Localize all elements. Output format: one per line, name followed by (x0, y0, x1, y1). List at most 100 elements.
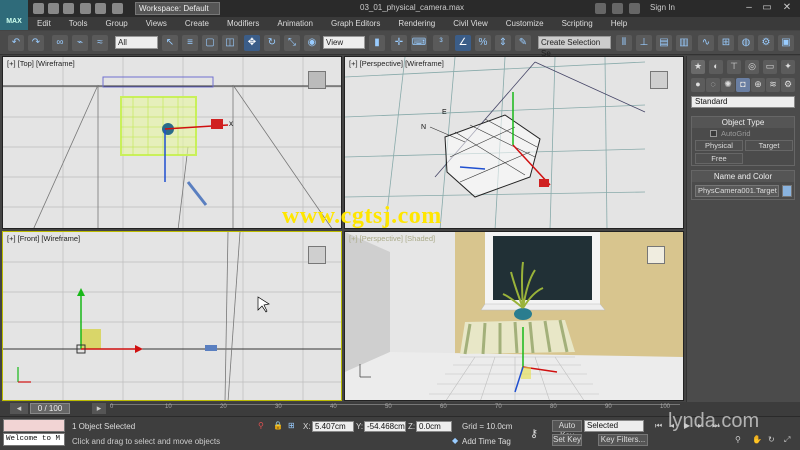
help-icon[interactable] (629, 3, 640, 14)
curve-editor-icon[interactable]: ∿ (698, 35, 714, 51)
maxscript-output[interactable]: Welcome to M (3, 433, 65, 446)
select-scale-icon[interactable]: ⤡ (284, 35, 300, 51)
redo-icon[interactable]: ↷ (28, 35, 44, 51)
rect-selection-icon[interactable]: ▢ (202, 35, 218, 51)
viewcube-perspective-icon[interactable] (650, 71, 668, 89)
schematic-view-icon[interactable]: ⊞ (718, 35, 734, 51)
menu-help[interactable]: Help (602, 19, 636, 28)
physical-button[interactable]: Physical (695, 140, 743, 151)
angle-snap-icon[interactable]: ∠ (455, 35, 471, 51)
place-icon[interactable]: ◉ (304, 35, 320, 51)
layer-explorer-icon[interactable]: ▤ (656, 35, 672, 51)
helpers-icon[interactable]: ⊕ (751, 78, 765, 92)
key-selection-dropdown[interactable]: Selected (584, 420, 644, 432)
window-crossing-icon[interactable]: ◫ (222, 35, 238, 51)
viewport-front[interactable]: [+] [Front] [Wireframe] (2, 231, 342, 401)
star-icon[interactable] (612, 3, 623, 14)
mirror-icon[interactable]: ⫴ (616, 35, 632, 51)
motion-tab-icon[interactable]: ◎ (745, 60, 759, 74)
geometry-icon[interactable]: ● (691, 78, 705, 92)
menu-graph-editors[interactable]: Graph Editors (322, 19, 389, 28)
close-icon[interactable]: ✕ (780, 2, 794, 14)
undo-icon[interactable]: ↶ (8, 35, 24, 51)
undo-quick-icon[interactable] (80, 3, 91, 14)
viewcube-top-icon[interactable] (308, 71, 326, 89)
menu-rendering[interactable]: Rendering (389, 19, 444, 28)
cameras-icon[interactable]: ◘ (736, 78, 750, 92)
menu-scripting[interactable]: Scripting (553, 19, 602, 28)
time-next-icon[interactable]: ▸ (92, 403, 106, 414)
menu-tools[interactable]: Tools (60, 19, 97, 28)
key-icon[interactable]: ⚷ (530, 427, 538, 440)
auto-key-button[interactable]: Auto Key (552, 420, 582, 440)
select-object-icon[interactable]: ↖ (162, 35, 178, 51)
sign-in-link[interactable]: Sign In (650, 3, 675, 12)
object-type-title[interactable]: Object Type (692, 117, 794, 128)
z-coord-field[interactable]: 0.0cm (416, 421, 452, 432)
redo-quick-icon[interactable] (95, 3, 106, 14)
viewport-shaded-label[interactable]: [+] [Perspective] [Shaded] (349, 234, 435, 243)
category-select[interactable]: Standard (691, 96, 795, 108)
select-by-name-icon[interactable]: ≡ (182, 35, 198, 51)
scene-explorer-icon[interactable]: ▥ (676, 35, 692, 51)
maxscript-listener-input[interactable] (3, 419, 65, 432)
maximize-viewport-icon[interactable]: ⤢ (784, 435, 790, 445)
key-filters-button[interactable]: Key Filters... (598, 434, 648, 446)
menu-edit[interactable]: Edit (28, 19, 60, 28)
x-coord-field[interactable]: 5.407cm (312, 421, 354, 432)
minimize-icon[interactable]: – (742, 2, 756, 14)
align-icon[interactable]: ⊥ (636, 35, 652, 51)
maximize-icon[interactable]: ▭ (760, 2, 774, 14)
goto-start-icon[interactable]: ⏮ (655, 421, 662, 431)
time-ruler[interactable]: 0 10 20 30 40 50 60 70 80 90 100 (110, 404, 680, 414)
time-slider[interactable]: 0 / 100 (30, 403, 70, 414)
viewport-shaded[interactable]: [+] [Perspective] [Shaded] (344, 231, 684, 401)
target-button[interactable]: Target (745, 140, 793, 151)
binoculars-icon[interactable] (595, 3, 606, 14)
select-rotate-icon[interactable]: ↻ (264, 35, 280, 51)
spinner-snap-icon[interactable]: ⇕ (495, 35, 511, 51)
keyboard-shortcut-icon[interactable]: ⌨ (411, 35, 427, 51)
link-icon[interactable]: ∞ (52, 35, 68, 51)
absolute-mode-icon[interactable]: ⊞ (288, 421, 295, 430)
add-time-tag[interactable]: Add Time Tag (462, 437, 511, 446)
utilities-tab-icon[interactable]: ✦ (781, 60, 795, 74)
unlink-icon[interactable]: ⌁ (72, 35, 88, 51)
select-move-icon[interactable]: ✥ (244, 35, 260, 51)
systems-icon[interactable]: ⚙ (781, 78, 795, 92)
object-color-swatch[interactable] (782, 185, 792, 197)
name-color-title[interactable]: Name and Color (692, 171, 794, 182)
save-file-icon[interactable] (63, 3, 74, 14)
menu-animation[interactable]: Animation (268, 19, 322, 28)
shapes-icon[interactable]: ◌ (706, 78, 720, 92)
workspace-dropdown[interactable]: Workspace: Default (135, 2, 220, 15)
menu-civil-view[interactable]: Civil View (444, 19, 497, 28)
lights-icon[interactable]: ✺ (721, 78, 735, 92)
app-logo[interactable]: MAX (0, 0, 28, 30)
new-file-icon[interactable] (33, 3, 44, 14)
viewport-top-label[interactable]: [+] [Top] [Wireframe] (7, 59, 75, 68)
zoom-icon[interactable]: ⚲ (735, 435, 741, 444)
material-editor-icon[interactable]: ◍ (738, 35, 754, 51)
snap-toggle-icon[interactable]: ³ (433, 35, 449, 51)
render-setup-icon[interactable]: ⚙ (758, 35, 774, 51)
render-frame-icon[interactable]: ▣ (778, 35, 794, 51)
pivot-center-icon[interactable]: ▮ (369, 35, 385, 51)
viewport-perspective-label[interactable]: [+] [Perspective] [Wireframe] (349, 59, 444, 68)
project-folder-icon[interactable] (112, 3, 123, 14)
open-file-icon[interactable] (48, 3, 59, 14)
menu-create[interactable]: Create (176, 19, 218, 28)
orbit-icon[interactable]: ↻ (768, 435, 775, 444)
menu-modifiers[interactable]: Modifiers (218, 19, 268, 28)
object-name-field[interactable]: PhysCamera001.Target (695, 185, 779, 197)
selection-filter-select[interactable]: All (115, 36, 158, 49)
time-tag-icon[interactable]: ◆ (452, 436, 458, 445)
menu-group[interactable]: Group (96, 19, 136, 28)
time-prev-icon[interactable]: ◂ (10, 403, 28, 414)
pan-icon[interactable]: ✋ (752, 435, 762, 444)
menu-views[interactable]: Views (137, 19, 176, 28)
create-tab-icon[interactable]: ★ (691, 60, 705, 74)
ref-coord-select[interactable]: View (323, 36, 365, 49)
viewport-front-label[interactable]: [+] [Front] [Wireframe] (7, 234, 80, 243)
display-tab-icon[interactable]: ▭ (763, 60, 777, 74)
